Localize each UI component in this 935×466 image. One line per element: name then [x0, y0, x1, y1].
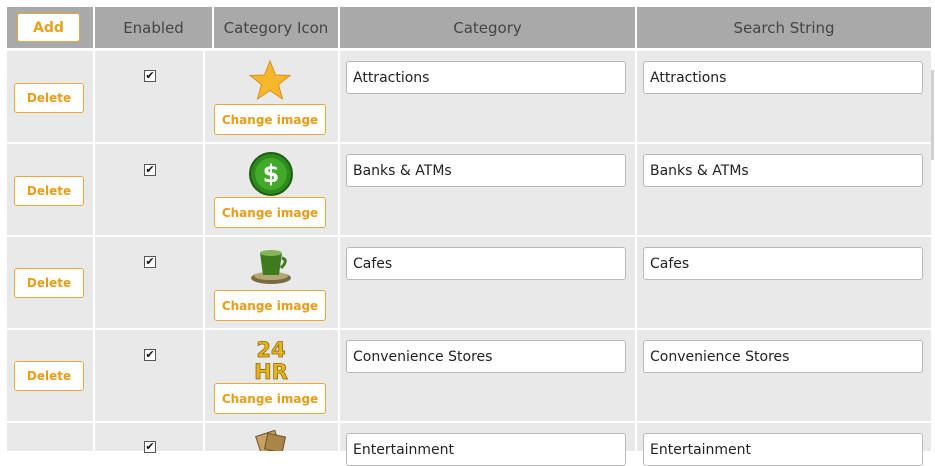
24hr-icon: 24 HR	[254, 338, 289, 381]
delete-button[interactable]: Delete	[14, 176, 84, 206]
enabled-checkbox[interactable]: ✔	[144, 349, 156, 361]
category-input[interactable]: Attractions	[346, 61, 626, 94]
dollar-icon: $	[249, 152, 293, 196]
svg-text:24: 24	[256, 338, 285, 362]
coffee-cup-icon	[251, 250, 291, 284]
header-enabled: Enabled	[95, 7, 212, 48]
header-category: Category	[340, 7, 635, 48]
tickets-icon	[255, 429, 287, 451]
enabled-cell	[95, 330, 203, 421]
enabled-checkbox[interactable]: ✔	[144, 256, 156, 268]
category-input[interactable]: Entertainment	[346, 433, 626, 466]
category-input[interactable]: Banks & ATMs	[346, 154, 626, 187]
scrollbar[interactable]	[931, 70, 934, 160]
enabled-checkbox[interactable]: ✔	[144, 164, 156, 176]
enabled-cell	[95, 237, 203, 328]
category-input[interactable]: Cafes	[346, 247, 626, 280]
change-image-button[interactable]: Change image	[214, 290, 326, 321]
enabled-checkbox[interactable]: ✔	[144, 441, 156, 453]
search-string-input[interactable]: Entertainment	[643, 433, 923, 466]
svg-text:$: $	[263, 160, 280, 188]
header-category-icon: Category Icon	[214, 7, 338, 48]
search-string-input[interactable]: Convenience Stores	[643, 340, 923, 373]
search-string-input[interactable]: Cafes	[643, 247, 923, 280]
change-image-button[interactable]: Change image	[214, 383, 326, 414]
delete-button[interactable]: Delete	[14, 268, 84, 298]
enabled-cell	[95, 144, 203, 235]
header-search-string: Search String	[637, 7, 931, 48]
star-icon	[248, 59, 292, 101]
search-string-input[interactable]: Attractions	[643, 61, 923, 94]
svg-text:HR: HR	[254, 360, 288, 381]
enabled-cell	[95, 51, 203, 142]
category-input[interactable]: Convenience Stores	[346, 340, 626, 373]
change-image-button[interactable]: Change image	[214, 104, 326, 135]
table-row	[7, 423, 93, 451]
add-button[interactable]: Add	[17, 13, 80, 42]
search-string-input[interactable]: Banks & ATMs	[643, 154, 923, 187]
enabled-checkbox[interactable]: ✔	[144, 70, 156, 82]
delete-button[interactable]: Delete	[14, 83, 84, 113]
change-image-button[interactable]: Change image	[214, 197, 326, 228]
delete-button[interactable]: Delete	[14, 361, 84, 391]
